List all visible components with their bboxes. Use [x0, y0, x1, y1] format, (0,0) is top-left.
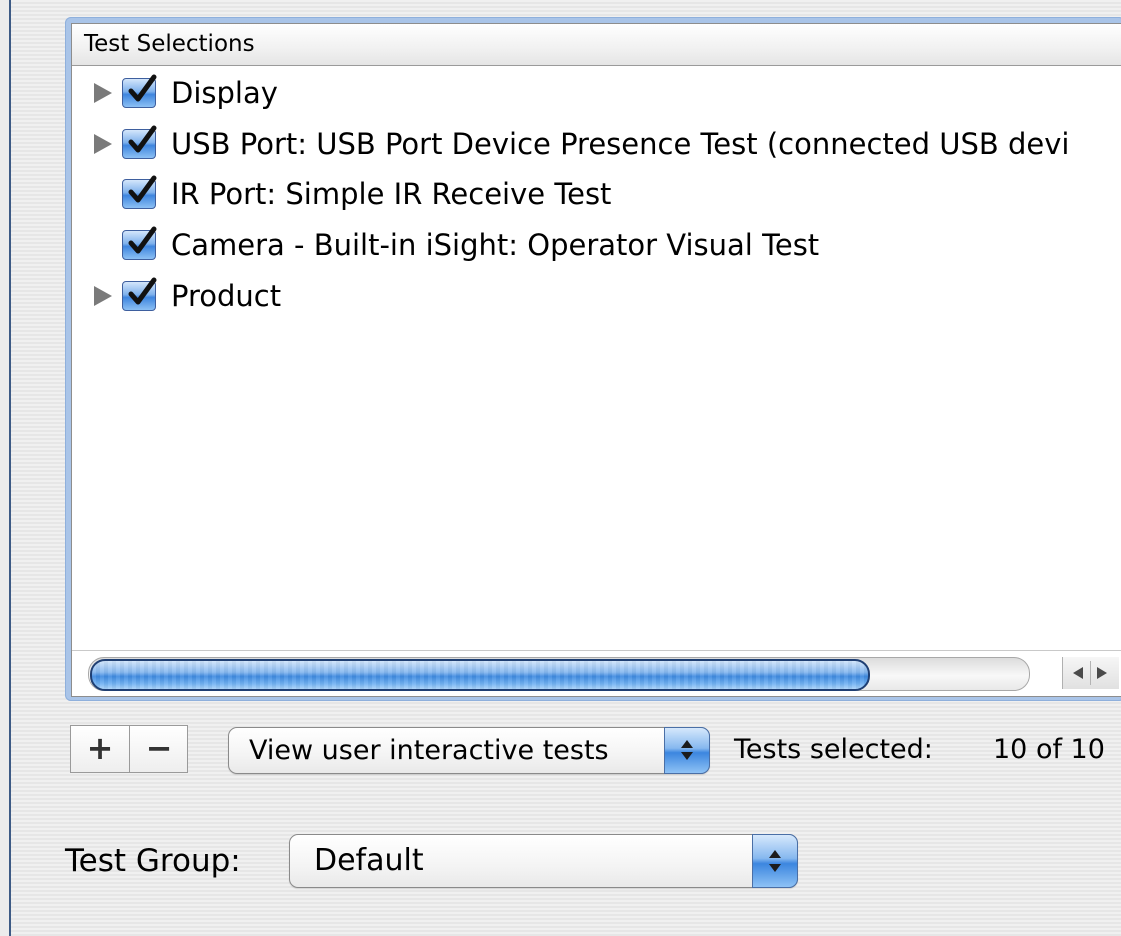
horizontal-scrollbar[interactable] [72, 650, 1121, 696]
scroll-right-arrow-icon[interactable] [1097, 667, 1107, 679]
view-filter-popup[interactable]: View user interactive tests [228, 727, 710, 774]
remove-test-button[interactable]: − [130, 726, 188, 772]
stepper-down-arrow-icon [769, 864, 781, 872]
test-selections-table[interactable]: Test Selections Display USB Port: USB Po… [71, 23, 1121, 697]
add-test-button[interactable]: + [71, 726, 129, 772]
scroll-left-arrow-icon[interactable] [1073, 667, 1083, 679]
test-row-label: IR Port: Simple IR Receive Test [171, 177, 612, 211]
stepper-down-arrow-icon [681, 752, 693, 760]
view-filter-value: View user interactive tests [249, 735, 609, 766]
disclosure-triangle-icon[interactable] [94, 286, 112, 306]
checkmark-icon [128, 74, 157, 102]
checkmark-icon [128, 175, 157, 203]
checkbox-usb-port[interactable] [122, 125, 157, 159]
checkbox-product[interactable] [122, 277, 157, 311]
tests-selected-count: 10 of 10 [993, 734, 1105, 765]
disclosure-triangle-icon[interactable] [94, 83, 112, 103]
test-row-usb-port[interactable]: USB Port: USB Port Device Presence Test … [72, 119, 1121, 169]
checkbox-camera[interactable] [122, 226, 157, 260]
stepper-up-arrow-icon [681, 740, 693, 748]
popup-stepper-icon [752, 834, 798, 888]
checkmark-icon [128, 125, 157, 153]
test-row-camera[interactable]: Camera - Built-in iSight: Operator Visua… [72, 220, 1121, 270]
test-group-value: Default [314, 843, 424, 878]
checkmark-icon [128, 226, 157, 254]
test-row-display[interactable]: Display [72, 68, 1121, 118]
test-row-product[interactable]: Product [72, 271, 1121, 321]
test-row-label: USB Port: USB Port Device Presence Test … [171, 127, 1070, 161]
disclosure-triangle-icon[interactable] [94, 134, 112, 154]
checkmark-icon [128, 277, 157, 305]
stepper-up-arrow-icon [769, 850, 781, 858]
test-row-ir-port[interactable]: IR Port: Simple IR Receive Test [72, 169, 1121, 219]
test-row-label: Display [171, 76, 278, 110]
test-group-popup[interactable]: Default [289, 834, 798, 888]
checkbox-display[interactable] [122, 74, 157, 108]
test-group-label: Test Group: [65, 843, 241, 879]
test-row-label: Camera - Built-in iSight: Operator Visua… [171, 228, 820, 262]
add-remove-control: + − [70, 725, 188, 773]
scroll-arrows [1062, 657, 1119, 689]
test-row-label: Product [171, 279, 282, 313]
table-header[interactable]: Test Selections [72, 24, 1121, 66]
checkbox-ir-port[interactable] [122, 175, 157, 209]
popup-stepper-icon [664, 727, 710, 774]
scroll-thumb[interactable] [90, 659, 870, 691]
tests-selected-label: Tests selected: [734, 734, 933, 765]
table-header-label: Test Selections [84, 31, 255, 57]
window-edge [0, 0, 11, 936]
scroll-arrow-divider [1090, 661, 1091, 685]
